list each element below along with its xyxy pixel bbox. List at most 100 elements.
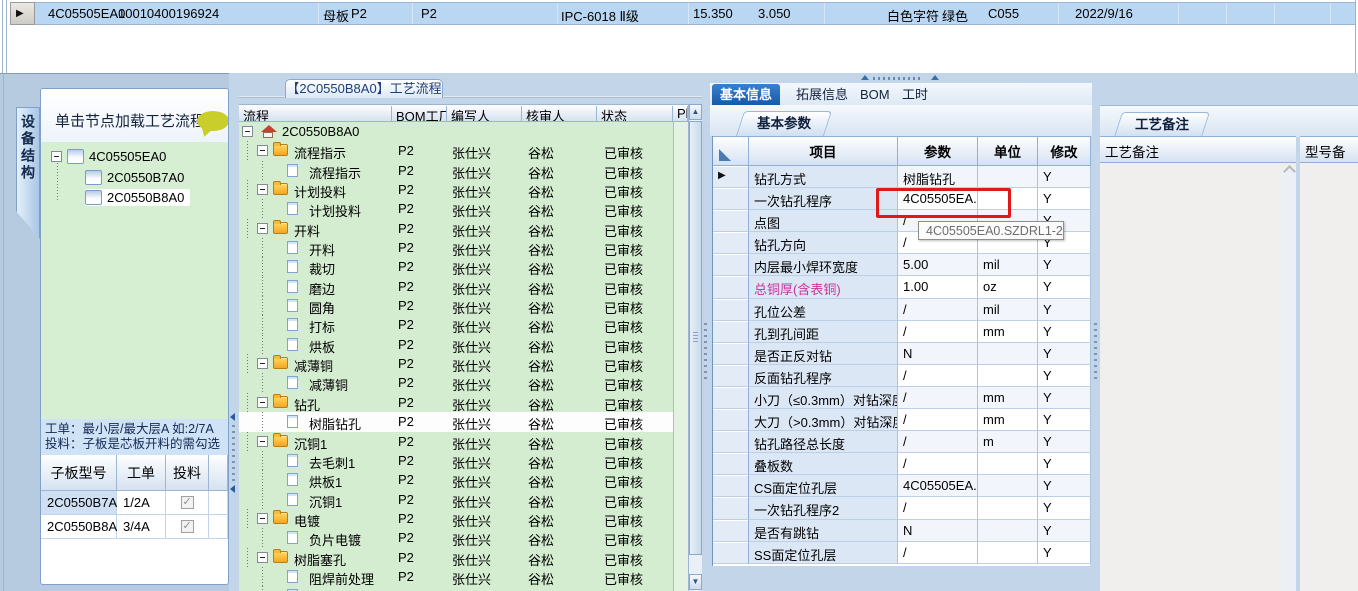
parameter-row[interactable]: 是否正反对钻 N Y xyxy=(713,342,1091,365)
row-gutter[interactable] xyxy=(713,386,749,410)
checked-checkbox[interactable] xyxy=(180,495,194,509)
row-gutter[interactable] xyxy=(713,298,749,321)
row-gutter[interactable] xyxy=(713,409,749,432)
tab-work-hours[interactable]: 工时 xyxy=(894,84,936,105)
expand-icon[interactable] xyxy=(257,551,268,563)
param-value[interactable]: / xyxy=(898,541,978,564)
process-tree-row[interactable]: 烘板1 P2 张仕兴 谷松 已审核 xyxy=(239,470,688,490)
tab-process-notes[interactable]: 工艺备注 xyxy=(1113,112,1211,137)
process-tree-row[interactable]: 负片电镀 P2 张仕兴 谷松 已审核 xyxy=(239,528,688,548)
scroll-up-icon[interactable]: ▲ xyxy=(689,104,702,120)
process-tree-row[interactable]: 钻孔 P2 张仕兴 谷松 已审核 xyxy=(239,392,688,413)
subboard-cell-order[interactable]: 3/4A xyxy=(117,515,166,539)
parameter-row[interactable]: 叠板数 / Y xyxy=(713,453,1091,476)
parameter-row[interactable]: SS面定位孔层 / Y xyxy=(713,541,1091,564)
row-gutter[interactable] xyxy=(713,210,749,233)
process-tree-row[interactable]: 裁切 P2 张仕兴 谷松 已审核 xyxy=(239,257,688,277)
splitter-grip[interactable] xyxy=(232,425,235,481)
process-tree-row[interactable]: 沉铜1 P2 张仕兴 谷松 已审核 xyxy=(239,431,688,452)
row-gutter[interactable] xyxy=(713,232,749,255)
record-row[interactable]: 4C05505EA0 10010400196924 母板 P2 P2 IPC-6… xyxy=(35,2,1355,25)
parameter-row[interactable]: 一次钻孔程序2 / Y xyxy=(713,497,1091,520)
subboard-cell-feed[interactable] xyxy=(166,515,209,539)
process-tree-row[interactable]: 流程指示 P2 张仕兴 谷松 已审核 xyxy=(239,160,688,181)
vertical-splitter[interactable] xyxy=(1092,73,1100,591)
process-tree-row[interactable]: 计划投料 P2 张仕兴 谷松 已审核 xyxy=(239,199,688,219)
process-tree-row[interactable]: 磨边 P2 张仕兴 谷松 已审核 xyxy=(239,276,688,297)
param-value[interactable]: / xyxy=(898,453,978,476)
model-notes-area[interactable] xyxy=(1300,163,1358,591)
param-value[interactable]: 树脂钻孔 xyxy=(898,166,978,189)
subboard-cell-order[interactable]: 1/2A xyxy=(117,491,166,515)
process-tree-row[interactable]: 流程指示 P2 张仕兴 谷松 已审核 xyxy=(239,141,688,161)
process-tree-row[interactable]: 去毛刺1 P2 张仕兴 谷松 已审核 xyxy=(239,450,688,471)
process-tree-row[interactable]: 减薄铜 P2 张仕兴 谷松 已审核 xyxy=(239,354,688,374)
subboard-cell-feed[interactable] xyxy=(166,491,209,515)
tree-node-root[interactable]: 4C05505EA0 xyxy=(51,148,166,165)
parameter-row[interactable]: 内层最小焊环宽度 5.00 mil Y xyxy=(713,254,1091,277)
param-value[interactable]: N xyxy=(898,342,978,365)
process-notes-area[interactable] xyxy=(1100,163,1283,591)
parameter-row[interactable]: 钻孔方式 树脂钻孔 Y xyxy=(713,166,1091,189)
expand-icon[interactable] xyxy=(51,151,62,162)
param-value[interactable]: 5.00 xyxy=(898,254,978,277)
process-tree-row[interactable]: 树脂钻孔 P2 张仕兴 谷松 已审核 xyxy=(239,412,688,432)
collapse-arrow-icon[interactable] xyxy=(230,485,235,493)
col-header-mod[interactable]: 修改 xyxy=(1038,137,1091,165)
expand-icon[interactable] xyxy=(257,222,268,234)
param-value[interactable]: / xyxy=(898,431,978,454)
splitter-grip[interactable] xyxy=(1094,323,1097,379)
row-gutter[interactable] xyxy=(713,519,749,542)
param-value[interactable]: / xyxy=(898,364,978,387)
col-header-flow[interactable]: 流程 xyxy=(239,106,392,121)
parameter-row[interactable]: 反面钻孔程序 / Y xyxy=(713,364,1091,387)
param-value[interactable]: 4C05505EA... xyxy=(898,475,978,498)
horizontal-splitter-handle[interactable] xyxy=(845,75,955,82)
param-value[interactable]: / xyxy=(898,298,978,321)
col-header-author[interactable]: 编写人 xyxy=(447,106,522,121)
col-header-param[interactable]: 参数 xyxy=(898,137,978,165)
row-gutter[interactable] xyxy=(713,276,749,299)
expand-icon[interactable] xyxy=(242,126,253,137)
col-header-unit[interactable]: 单位 xyxy=(978,137,1038,165)
parameter-row[interactable]: 总铜厚(含表铜) 1.00 oz Y xyxy=(713,276,1091,299)
expand-icon[interactable] xyxy=(257,184,268,196)
row-gutter[interactable] xyxy=(713,166,749,189)
tab-extended-info[interactable]: 拓展信息 xyxy=(788,84,856,105)
col-header-item[interactable]: 项目 xyxy=(749,137,898,165)
splitter-grip[interactable] xyxy=(704,323,707,379)
process-tree-row[interactable]: 计划投料 P2 张仕兴 谷松 已审核 xyxy=(239,180,688,200)
row-gutter[interactable] xyxy=(713,188,749,211)
col-header-reviewer[interactable]: 核审人 xyxy=(522,106,597,121)
vertical-splitter[interactable] xyxy=(702,73,710,591)
tab-basic-info[interactable]: 基本信息 xyxy=(712,84,781,105)
scroll-down-icon[interactable]: ▼ xyxy=(689,574,702,590)
process-tree-row[interactable]: 2C0550B8A0 xyxy=(239,122,688,141)
parameter-row[interactable]: 是否有跳钻 N Y xyxy=(713,519,1091,542)
parameter-row[interactable]: 钻孔路径总长度 / m Y xyxy=(713,431,1091,454)
tab-basic-params[interactable]: 基本参数 xyxy=(735,111,833,136)
param-value[interactable]: / xyxy=(898,386,978,410)
process-tree-row[interactable]: 圆角 P2 张仕兴 谷松 已审核 xyxy=(239,296,688,316)
row-gutter[interactable] xyxy=(713,453,749,476)
notes-scrollbar[interactable] xyxy=(1282,163,1296,591)
collapse-up-icon[interactable] xyxy=(861,75,869,80)
parameter-row[interactable]: 小刀（≤0.3mm）对钻深度 / mm Y xyxy=(713,386,1091,410)
process-tree-row[interactable]: 打标 P2 张仕兴 谷松 已审核 xyxy=(239,315,688,335)
collapse-arrow-icon[interactable] xyxy=(230,413,235,421)
process-tree-row[interactable]: 开料 P2 张仕兴 谷松 已审核 xyxy=(239,238,688,258)
row-gutter[interactable] xyxy=(713,475,749,498)
param-value[interactable]: / xyxy=(898,409,978,432)
tree-node-child-selected[interactable]: 2C0550B8A0 xyxy=(85,189,191,206)
subboard-cell-model[interactable]: 2C0550B8A0 xyxy=(41,515,124,539)
expand-icon[interactable] xyxy=(257,358,268,370)
expand-icon[interactable] xyxy=(257,512,268,524)
checkbox[interactable] xyxy=(85,190,102,205)
process-tree-row[interactable]: 电镀 P2 张仕兴 谷松 已审核 xyxy=(239,508,688,529)
process-tree-row[interactable]: 沉铜1 P2 张仕兴 谷松 已审核 xyxy=(239,489,688,510)
process-tree-row[interactable]: 树脂塞孔 P2 张仕兴 谷松 已审核 xyxy=(239,586,688,591)
param-value[interactable]: / xyxy=(898,320,978,343)
scrollbar-thumb[interactable] xyxy=(689,121,702,555)
checkbox[interactable] xyxy=(85,170,102,185)
col-header-pl[interactable]: Pl xyxy=(673,106,688,121)
